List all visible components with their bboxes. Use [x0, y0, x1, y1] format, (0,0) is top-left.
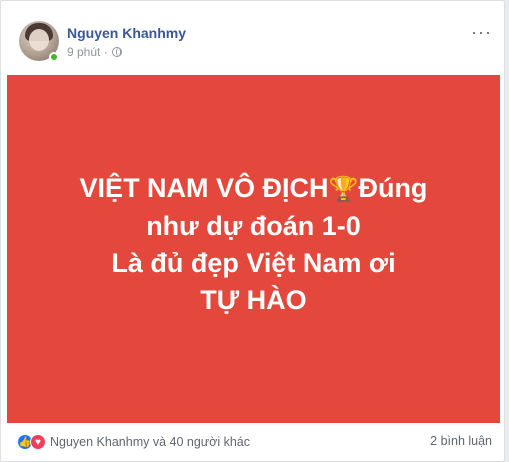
post-line-2: như dự đoán 1-0	[146, 210, 361, 241]
post-footer: 👍 ♥ Nguyen Khanhmy và 40 người khác 2 bì…	[13, 431, 492, 453]
post-text-background: VIỆT NAM VÔ ĐỊCH🏆Đúng như dự đoán 1-0 Là…	[7, 75, 500, 423]
post-line-1b: Đúng	[358, 172, 428, 203]
reactions-text[interactable]: Nguyen Khanhmy và 40 người khác	[50, 435, 250, 449]
post-line-1: VIỆT NAM VÔ ĐỊCH	[79, 172, 329, 203]
post-line-3: Là đủ đẹp Việt Nam ơi	[111, 247, 396, 278]
trophy-icon: 🏆	[328, 175, 359, 203]
reactions-summary[interactable]: 👍 ♥ Nguyen Khanhmy và 40 người khác	[17, 434, 250, 450]
post-meta: 9 phút ·	[67, 45, 122, 59]
post-card: Nguyen Khanhmy 9 phút · ··· VIỆT NAM VÔ …	[0, 0, 505, 462]
comments-count[interactable]: 2 bình luận	[430, 434, 492, 448]
online-dot-icon	[49, 52, 59, 62]
post-header: Nguyen Khanhmy 9 phút · ···	[13, 13, 492, 62]
avatar-face	[29, 29, 49, 51]
love-icon: ♥	[30, 434, 46, 450]
post-time[interactable]: 9 phút ·	[67, 45, 108, 59]
globe-icon[interactable]	[111, 47, 122, 57]
post-text: VIỆT NAM VÔ ĐỊCH🏆Đúng như dự đoán 1-0 Là…	[80, 170, 428, 319]
post-line-4: TỰ HÀO	[200, 284, 307, 315]
author-name[interactable]: Nguyen Khanhmy	[67, 25, 186, 41]
more-options-icon[interactable]: ···	[471, 23, 492, 41]
